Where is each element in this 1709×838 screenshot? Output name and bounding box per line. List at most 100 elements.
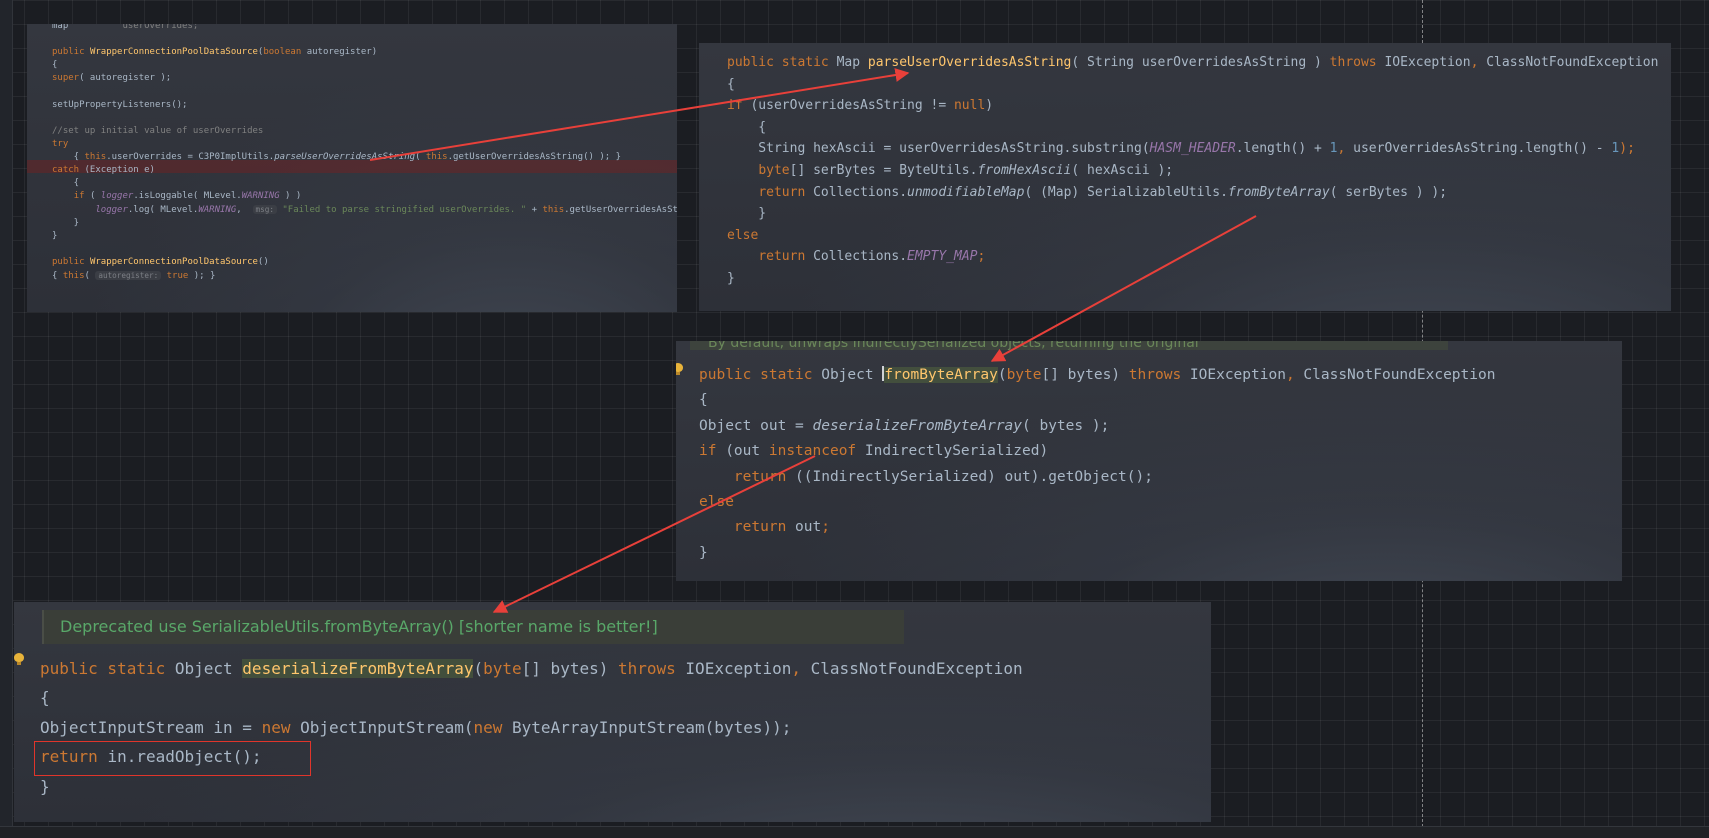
- code-token: WrapperConnectionPoolDataSource: [89, 47, 258, 58]
- code-token: );: [1619, 141, 1635, 157]
- code-token: ): [985, 98, 994, 114]
- code-line: { this.userOverrides = C3P0ImplUtils.par…: [52, 151, 621, 164]
- deprecation-doc: Deprecated use SerializableUtils.fromByt…: [42, 610, 904, 644]
- code-token: [] bytes): [521, 659, 618, 678]
- code-token: this: [84, 152, 107, 162]
- code-token: return: [733, 468, 796, 485]
- code-panel-deserialize-from-byte-array: Deprecated use SerializableUtils.fromByt…: [14, 602, 1211, 822]
- code-line: ObjectInputStream in = new ObjectInputSt…: [40, 713, 791, 742]
- code-token: super: [52, 73, 80, 84]
- code-token: Collections.: [813, 184, 908, 200]
- code-token: map: [52, 24, 123, 31]
- code-token: WrapperConnectionPoolDataSource: [89, 256, 258, 267]
- code-token: try: [52, 138, 69, 149]
- code-panel-from-byte-array: By default, unwraps IndirectlySerialized…: [676, 341, 1622, 581]
- lightbulb-icon[interactable]: [676, 363, 683, 375]
- code-token: ( autoregister );: [79, 73, 172, 84]
- code-token: {: [727, 119, 767, 135]
- lightbulb-icon[interactable]: [14, 653, 24, 665]
- code-line: public static Map parseUserOverridesAsSt…: [727, 52, 1658, 74]
- code-token: HASM_HEADER: [1149, 141, 1236, 157]
- code-line: catch (Exception e): [52, 164, 155, 177]
- code-token: }: [727, 271, 735, 286]
- code-token: public: [52, 256, 90, 267]
- code-token: null: [953, 98, 986, 114]
- code-token: +: [531, 205, 543, 216]
- code-token: userOverridesAsString.length() -: [1353, 141, 1612, 157]
- code-line: super( autoregister );: [52, 72, 171, 85]
- code-line: public WrapperConnectionPoolDataSource(): [52, 256, 269, 269]
- code-token: (: [89, 191, 101, 202]
- code-line: else: [699, 490, 734, 515]
- code-token: .getUserOverridesAsString(): [564, 205, 677, 216]
- code-panel-constructor: map userOverrides; public WrapperConnecti…: [27, 24, 677, 312]
- code-token: logger: [100, 191, 134, 202]
- code-token: IndirectlySerialized): [864, 443, 1049, 460]
- code-token: ;: [977, 249, 986, 265]
- code-token: autoregister:: [95, 270, 162, 280]
- code-line: if (userOverridesAsString != null): [727, 95, 993, 117]
- code-line: return ((IndirectlySerialized) out).getO…: [699, 465, 1153, 490]
- code-token: IOException: [685, 659, 792, 678]
- code-token: ,: [1337, 141, 1354, 157]
- code-token: (: [997, 367, 1007, 383]
- code-token: .isLoggable( MLevel.: [133, 191, 242, 202]
- code-token: boolean: [263, 47, 307, 58]
- code-token: logger: [95, 205, 128, 216]
- code-token: msg:: [252, 205, 277, 215]
- code-token: "Failed to parse stringified userOverrid…: [276, 205, 532, 216]
- code-line: }: [40, 772, 50, 801]
- code-token: {: [699, 392, 708, 409]
- code-token: ByteArrayInputStream(bytes));: [512, 717, 792, 737]
- code-line: setUpPropertyListeners();: [52, 99, 187, 112]
- code-token: EMPTY_MAP: [907, 249, 978, 265]
- status-strip: [0, 826, 1709, 838]
- doc-comment: By default, unwraps IndirectlySerialized…: [690, 341, 1448, 350]
- code-token: Collections.: [813, 249, 908, 265]
- code-token: (userOverridesAsString !=: [750, 98, 954, 114]
- code-line: { this( autoregister: true ); }: [52, 269, 215, 283]
- code-line: {: [727, 117, 766, 139]
- code-token: ClassNotFoundException: [1303, 367, 1496, 383]
- code-token: Object: [821, 367, 883, 383]
- code-token: [] serBytes = ByteUtils.: [789, 163, 978, 178]
- code-line: }: [727, 268, 735, 290]
- code-token: }: [727, 206, 767, 222]
- code-token: instanceof: [768, 443, 865, 460]
- code-line: return Collections.EMPTY_MAP;: [727, 246, 985, 268]
- code-line: return Collections.unmodifiableMap( (Map…: [727, 182, 1447, 204]
- code-token: .log( MLevel.: [127, 205, 199, 216]
- code-token: IOException: [1384, 55, 1471, 70]
- code-token: true: [166, 270, 189, 281]
- code-token: [] bytes): [1041, 367, 1129, 383]
- code-token: this: [62, 270, 85, 281]
- code-token: WARNING: [198, 205, 237, 216]
- code-token: WARNING: [241, 191, 280, 202]
- code-line: {: [52, 177, 79, 190]
- code-token: (out: [725, 443, 769, 460]
- code-line: {: [40, 683, 50, 712]
- code-token: byte: [483, 659, 522, 678]
- code-token: {: [52, 270, 63, 281]
- code-token: public static: [699, 367, 822, 383]
- code-token: }: [40, 776, 50, 796]
- code-line: return out;: [699, 515, 830, 540]
- code-line: byte[] serBytes = ByteUtils.fromHexAscii…: [727, 160, 1173, 182]
- code-line: map userOverrides;: [52, 24, 198, 33]
- code-token: setUpPropertyListeners();: [52, 99, 188, 110]
- code-token: ((IndirectlySerialized) out).getObject()…: [795, 468, 1153, 485]
- code-token: IOException: [1189, 367, 1286, 383]
- code-token: Map: [836, 55, 868, 70]
- code-line: {: [52, 59, 57, 72]
- code-panel-parse-user-overrides: public static Map parseUserOverridesAsSt…: [699, 43, 1671, 311]
- code-token: .userOverrides = C3P0ImplUtils.: [106, 152, 275, 162]
- code-line: }: [727, 203, 766, 225]
- code-token: public static: [40, 659, 175, 678]
- code-token: .length() +: [1235, 141, 1330, 157]
- code-token: .getUserOverridesAsString() ); }: [447, 152, 621, 162]
- code-token: byte: [758, 163, 790, 178]
- code-token: this: [542, 205, 565, 216]
